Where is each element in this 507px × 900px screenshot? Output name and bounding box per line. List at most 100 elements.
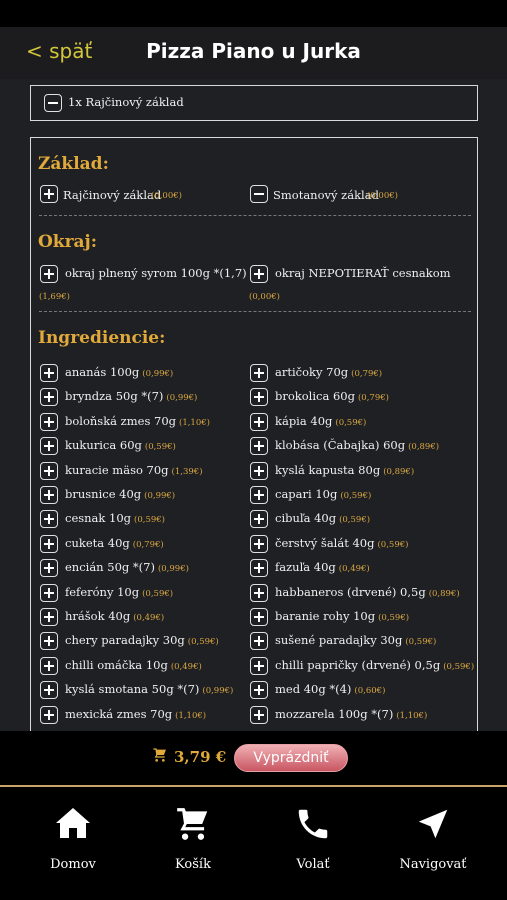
add-ingredient-button[interactable]	[250, 559, 268, 577]
ingredient-label: cesnak 10g	[65, 511, 132, 525]
ingredient-price: (0,79€)	[351, 369, 383, 379]
ingredient-label: kyslá kapusta 80g	[275, 463, 381, 477]
ingredient-price: (0,59€)	[335, 418, 367, 428]
ingredient-label: kyslá smotana 50g *(7)	[65, 682, 200, 696]
add-ingredient-button[interactable]	[40, 486, 58, 504]
tab-label-kosik: Košík	[175, 857, 211, 872]
add-okraj-1-button[interactable]	[250, 265, 268, 283]
status-bar	[0, 0, 507, 27]
ingredient-label: chilli papričky (drvené) 0,5g	[275, 658, 441, 672]
zaklad-0-label: Rajčinový základ	[63, 188, 162, 202]
add-ingredient-button[interactable]	[40, 657, 58, 675]
add-ingredient-button[interactable]	[40, 608, 58, 626]
ingredient-item: čerstvý šalát 40g (0,59€)	[275, 536, 408, 550]
ingredient-price: (1,10€)	[396, 711, 428, 721]
add-ingredient-button[interactable]	[250, 364, 268, 382]
ingredient-label: mozzarela 100g *(7)	[275, 707, 394, 721]
ingredient-price: (0,59€)	[340, 491, 372, 501]
ingredient-price: (1,39€)	[171, 467, 203, 477]
ingredient-item: kyslá kapusta 80g (0,89€)	[275, 463, 414, 477]
add-okraj-0-button[interactable]	[40, 265, 58, 283]
ingredient-label: baranie rohy 10g	[275, 609, 376, 623]
section-title-okraj: Okraj:	[38, 232, 97, 252]
okraj-0-label: okraj plnený syrom 100g *(1,7)	[65, 266, 247, 280]
tab-domov[interactable]: Domov	[23, 805, 123, 872]
tab-navigovat[interactable]: Navigovať	[383, 805, 483, 872]
ingredient-item: baranie rohy 10g (0,59€)	[275, 609, 409, 623]
section-title-zaklad: Základ:	[38, 154, 109, 174]
ingredient-item: med 40g *(4) (0,60€)	[275, 682, 385, 696]
add-ingredient-button[interactable]	[40, 413, 58, 431]
tab-kosik[interactable]: Košík	[143, 805, 243, 872]
phone-icon	[298, 809, 328, 839]
cart-total: 3,79 €	[174, 748, 227, 766]
ingredient-price: (0,99€)	[157, 564, 189, 574]
add-ingredient-button[interactable]	[250, 608, 268, 626]
add-ingredient-button[interactable]	[40, 706, 58, 724]
add-zaklad-1-button[interactable]	[250, 185, 268, 203]
ingredient-item: artičoky 70g (0,79€)	[275, 365, 382, 379]
ingredient-item: kuracie mäso 70g (1,39€)	[65, 463, 203, 477]
ingredient-item: kyslá smotana 50g *(7) (0,99€)	[65, 682, 233, 696]
ingredient-item: boloňská zmes 70g (1,10€)	[65, 414, 210, 428]
ingredient-label: klobása (Čabajka) 60g	[275, 438, 406, 452]
tab-bar: Domov Košík Volať Navigovať	[0, 787, 507, 900]
ingredient-price: (0,49€)	[338, 564, 370, 574]
section-title-ingrediencie: Ingredien­cie:	[38, 328, 166, 348]
add-ingredient-button[interactable]	[250, 706, 268, 724]
ingredient-label: bryndza 50g *(7)	[65, 389, 164, 403]
ingredient-label: habbaneros (drvené) 0,5g	[275, 585, 426, 599]
content-scroll-area[interactable]: 1x Rajčinový základ Základ: Rajčinový zá…	[0, 79, 507, 731]
ingredient-item: klobása (Čabajka) 60g (0,89€)	[275, 438, 439, 452]
add-ingredient-button[interactable]	[250, 657, 268, 675]
ingredient-label: kuracie mäso 70g	[65, 463, 169, 477]
ingredient-item: mozzarela 100g *(7) (1,10€)	[275, 707, 427, 721]
ingredient-item: hrášok 40g (0,49€)	[65, 609, 164, 623]
add-ingredient-button[interactable]	[250, 681, 268, 699]
ingredient-label: hrášok 40g	[65, 609, 131, 623]
ingredient-price: (0,59€)	[144, 442, 176, 452]
empty-cart-button[interactable]: Vyprázdniť	[234, 744, 348, 772]
add-ingredient-button[interactable]	[40, 437, 58, 455]
add-ingredient-button[interactable]	[40, 681, 58, 699]
remove-item-button[interactable]	[44, 94, 62, 112]
ingredient-price: (0,99€)	[142, 369, 174, 379]
ingredient-item: cuketa 40g (0,79€)	[65, 536, 164, 550]
add-ingredient-button[interactable]	[250, 413, 268, 431]
ingredient-item: ananás 100g (0,99€)	[65, 365, 173, 379]
add-ingredient-button[interactable]	[40, 632, 58, 650]
ingredient-label: čerstvý šalát 40g	[275, 536, 375, 550]
add-ingredient-button[interactable]	[40, 462, 58, 480]
okraj-1-label: okraj NEPOTIERAŤ cesnakom	[275, 266, 451, 280]
ingredient-item: chery paradajky 30g (0,59€)	[65, 633, 219, 647]
add-ingredient-button[interactable]	[40, 584, 58, 602]
ingredient-price: (0,99€)	[144, 491, 176, 501]
zaklad-1-price: (0,00€)	[367, 191, 398, 201]
ingredient-item: feferóny 10g (0,59€)	[65, 585, 173, 599]
zaklad-0-price: (0,00€)	[151, 191, 182, 201]
ingredient-price: (0,99€)	[202, 686, 234, 696]
ingredient-label: brusnice 40g	[65, 487, 142, 501]
add-ingredient-button[interactable]	[250, 486, 268, 504]
add-ingredient-button[interactable]	[250, 462, 268, 480]
tab-label-volat: Volať	[296, 857, 330, 872]
page-title: Pizza Piano u Jurka	[146, 39, 361, 63]
ingredient-item: chilli omáčka 10g (0,49€)	[65, 658, 202, 672]
add-ingredient-button[interactable]	[250, 437, 268, 455]
add-ingredient-button[interactable]	[40, 510, 58, 528]
add-ingredient-button[interactable]	[250, 510, 268, 528]
tab-volat[interactable]: Volať	[263, 805, 363, 872]
add-ingredient-button[interactable]	[40, 535, 58, 553]
cart-icon	[153, 748, 166, 762]
add-ingredient-button[interactable]	[250, 632, 268, 650]
add-ingredient-button[interactable]	[250, 584, 268, 602]
add-ingredient-button[interactable]	[40, 364, 58, 382]
selected-items-box: 1x Rajčinový základ	[30, 85, 478, 121]
add-zaklad-0-button[interactable]	[40, 185, 58, 203]
add-ingredient-button[interactable]	[40, 559, 58, 577]
add-ingredient-button[interactable]	[250, 535, 268, 553]
add-ingredient-button[interactable]	[40, 388, 58, 406]
ingredient-label: fazuľa 40g	[275, 560, 336, 574]
add-ingredient-button[interactable]	[250, 388, 268, 406]
ingredient-price: (0,59€)	[339, 515, 371, 525]
